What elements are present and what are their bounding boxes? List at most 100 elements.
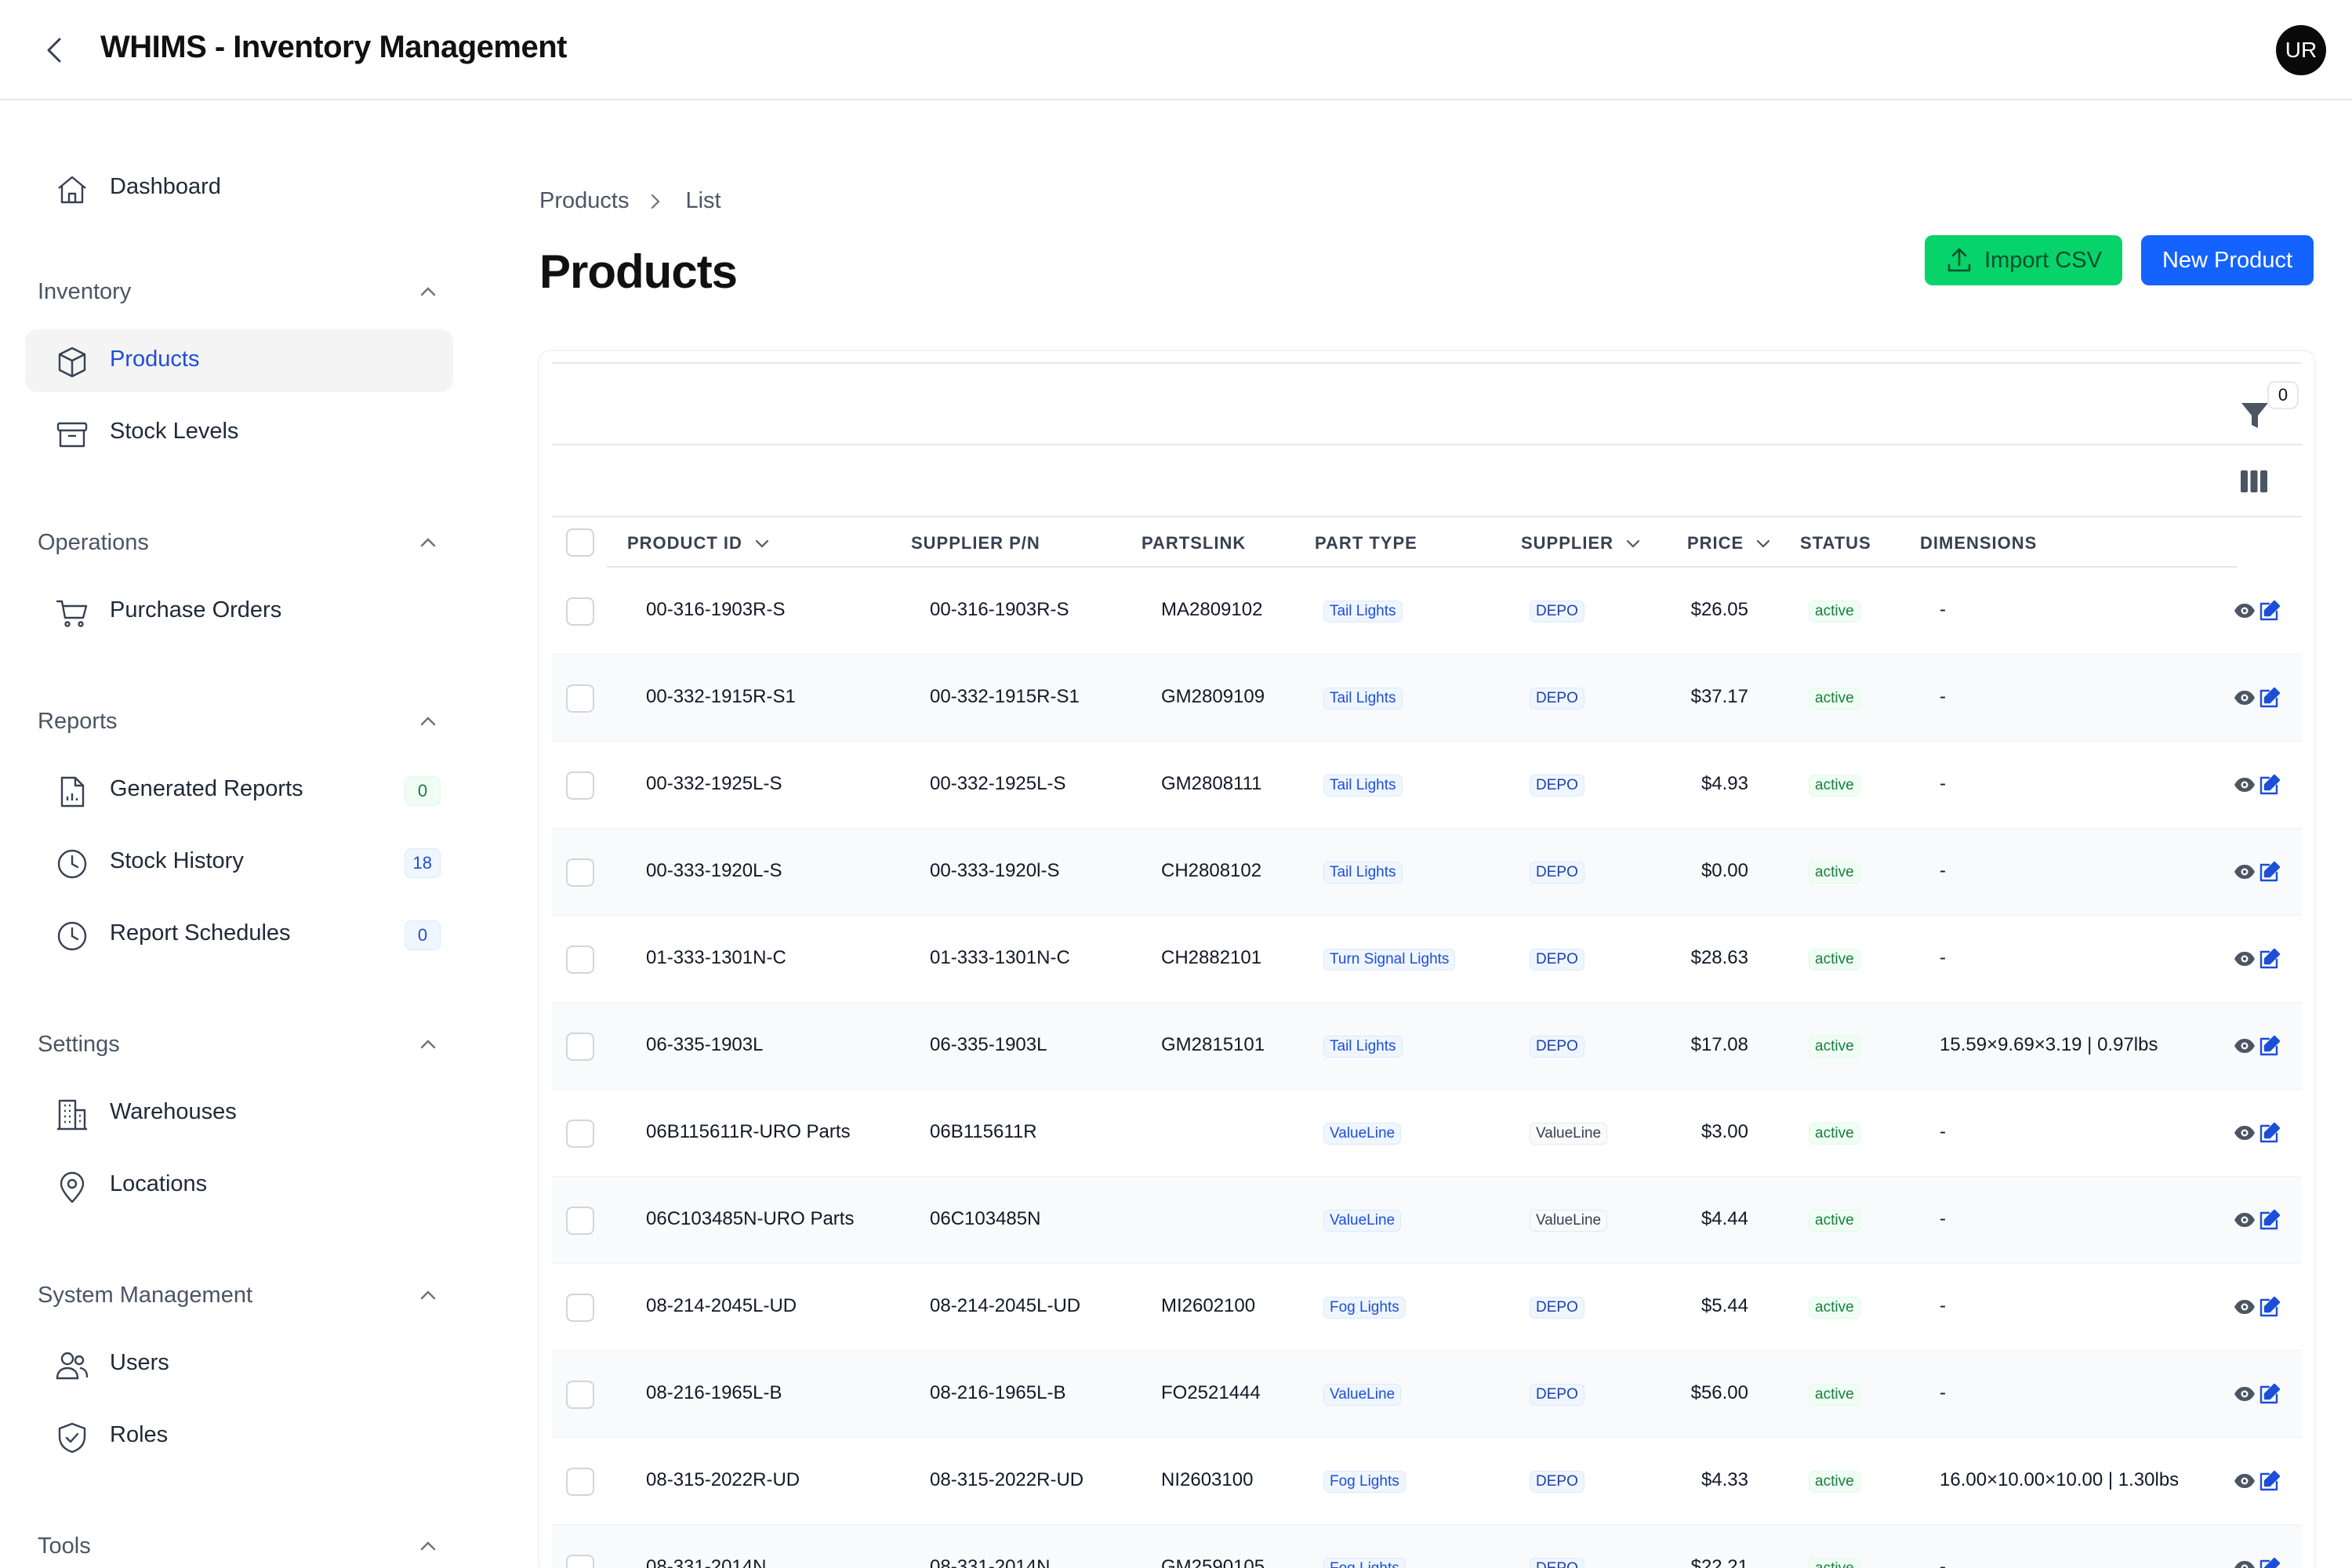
dimensions-cell: - (1940, 773, 1946, 794)
row-checkbox[interactable] (566, 1120, 594, 1148)
table-row[interactable]: 06B115611R-URO Parts 06B115611R ValueLine V… (552, 1090, 2302, 1177)
row-checkbox[interactable] (566, 1033, 594, 1061)
sidebar-item-warehouses[interactable]: Warehouses (25, 1082, 453, 1145)
select-all-checkbox[interactable] (566, 528, 594, 557)
row-checkbox[interactable] (566, 1294, 594, 1322)
product-id-cell[interactable]: 08-216-1965L-B (646, 1382, 782, 1404)
sidebar-item-generated-reports[interactable]: Generated Reports 0 (25, 759, 453, 822)
edit-button[interactable] (2258, 1469, 2281, 1493)
column-header-supplier[interactable]: SUPPLIER (1521, 533, 1642, 554)
sidebar-item-stock-history[interactable]: Stock History 18 (25, 831, 453, 894)
row-checkbox[interactable] (566, 946, 594, 974)
edit-button[interactable] (2258, 1295, 2281, 1319)
product-id-cell[interactable]: 06C103485N-URO Parts (646, 1208, 854, 1230)
product-id-cell[interactable]: 00-333-1920L-S (646, 860, 782, 882)
table-row[interactable]: 01-333-1301N-C 01-333-1301N-C CH2882101 Tur… (552, 916, 2302, 1003)
product-id-cell[interactable]: 08-214-2045L-UD (646, 1295, 797, 1317)
columns-toggle-button[interactable] (2239, 469, 2270, 494)
import-csv-button[interactable]: Import CSV (1925, 235, 2122, 285)
product-id-cell[interactable]: 06-335-1903L (646, 1034, 763, 1056)
view-button[interactable] (2233, 1208, 2256, 1232)
group-header-reports[interactable]: Reports (38, 702, 439, 740)
row-checkbox[interactable] (566, 771, 594, 800)
group-header-system-management[interactable]: System Management (38, 1276, 439, 1314)
table-row[interactable]: 06-335-1903L 06-335-1903L GM2815101 Tail Li… (552, 1003, 2302, 1090)
edit-button[interactable] (2258, 599, 2281, 622)
column-label: STATUS (1800, 533, 1871, 553)
row-checkbox[interactable] (566, 597, 594, 626)
supplier-pn-cell: 06B115611R (930, 1121, 1037, 1142)
edit-button[interactable] (2258, 773, 2281, 797)
row-checkbox[interactable] (566, 684, 594, 713)
row-checkbox[interactable] (566, 858, 594, 887)
table-row[interactable]: 06C103485N-URO Parts 06C103485N ValueLine V… (552, 1177, 2302, 1264)
edit-button[interactable] (2258, 1208, 2281, 1232)
edit-button[interactable] (2258, 860, 2281, 884)
sidebar-item-products[interactable]: Products (25, 329, 453, 392)
view-button[interactable] (2233, 1121, 2256, 1145)
sidebar-item-users[interactable]: Users (25, 1333, 453, 1396)
column-header-dimensions[interactable]: DIMENSIONS (1920, 533, 2037, 554)
sidebar-item-stock-levels[interactable]: Stock Levels (25, 401, 453, 464)
table-row[interactable]: 00-333-1920L-S 00-333-1920l-S CH2808102 Tai… (552, 829, 2302, 916)
product-id-cell[interactable]: 01-333-1301N-C (646, 947, 786, 969)
sidebar-item-roles[interactable]: Roles (25, 1405, 453, 1468)
product-id-cell[interactable]: 08-331-2014N (646, 1556, 766, 1568)
table-row[interactable]: 08-331-2014N 08-331-2014N GM2590105 Fog Lig… (552, 1525, 2302, 1568)
group-header-operations[interactable]: Operations (38, 524, 439, 561)
sidebar-item-locations[interactable]: Locations (25, 1154, 453, 1217)
column-header-supplier-pn[interactable]: SUPPLIER P/N (911, 533, 1040, 554)
status-badge: active (1809, 1123, 1860, 1145)
row-checkbox[interactable] (566, 1381, 594, 1409)
edit-button[interactable] (2258, 947, 2281, 971)
view-button[interactable] (2233, 1382, 2256, 1406)
view-button[interactable] (2233, 1469, 2256, 1493)
sidebar-item-dashboard[interactable]: Dashboard (25, 157, 453, 220)
table-row[interactable]: 08-315-2022R-UD 08-315-2022R-UD NI2603100 F… (552, 1438, 2302, 1525)
product-id-cell[interactable]: 06B115611R-URO Parts (646, 1121, 851, 1143)
view-button[interactable] (2233, 1034, 2256, 1058)
table-row[interactable]: 08-216-1965L-B 08-216-1965L-B FO2521444 Val… (552, 1351, 2302, 1438)
group-header-inventory[interactable]: Inventory (38, 273, 439, 310)
sidebar-item-purchase-orders[interactable]: Purchase Orders (25, 580, 453, 643)
table-row[interactable]: 00-316-1903R-S 00-316-1903R-S MA2809102 Tai… (552, 568, 2302, 655)
avatar[interactable]: UR (2276, 25, 2326, 75)
edit-button[interactable] (2258, 1034, 2281, 1058)
edit-button[interactable] (2258, 686, 2281, 710)
view-button[interactable] (2233, 860, 2256, 884)
view-button[interactable] (2233, 686, 2256, 710)
eye-icon (2234, 1561, 2255, 1568)
view-button[interactable] (2233, 1295, 2256, 1319)
edit-button[interactable] (2258, 1382, 2281, 1406)
row-checkbox[interactable] (566, 1468, 594, 1496)
row-checkbox[interactable] (566, 1555, 594, 1568)
part-type-badge: Tail Lights (1323, 688, 1403, 710)
column-label: PRICE (1687, 533, 1744, 553)
group-header-tools[interactable]: Tools (38, 1527, 439, 1565)
product-id-cell[interactable]: 08-315-2022R-UD (646, 1469, 800, 1491)
sidebar-item-report-schedules[interactable]: Report Schedules 0 (25, 903, 453, 966)
column-header-part-type[interactable]: PART TYPE (1315, 533, 1417, 554)
product-id-cell[interactable]: 00-316-1903R-S (646, 599, 785, 621)
column-header-status[interactable]: STATUS (1800, 533, 1871, 554)
view-button[interactable] (2233, 599, 2256, 622)
breadcrumb-products-link[interactable]: Products (539, 188, 629, 214)
view-button[interactable] (2233, 1556, 2256, 1568)
column-header-product-id[interactable]: PRODUCT ID (627, 533, 771, 554)
product-id-cell[interactable]: 00-332-1915R-S1 (646, 686, 796, 708)
table-row[interactable]: 00-332-1915R-S1 00-332-1915R-S1 GM2809109 T… (552, 655, 2302, 742)
group-header-settings[interactable]: Settings (38, 1025, 439, 1063)
new-product-button[interactable]: New Product (2141, 235, 2314, 285)
table-row[interactable]: 08-214-2045L-UD 08-214-2045L-UD MI2602100 F… (552, 1264, 2302, 1351)
product-id-cell[interactable]: 00-332-1925L-S (646, 773, 782, 795)
back-button[interactable] (38, 31, 69, 69)
edit-button[interactable] (2258, 1121, 2281, 1145)
table-row[interactable]: 00-332-1925L-S 00-332-1925L-S GM2808111 Tai… (552, 742, 2302, 829)
column-header-partslink[interactable]: PARTSLINK (1142, 533, 1246, 554)
view-button[interactable] (2233, 773, 2256, 797)
view-button[interactable] (2233, 947, 2256, 971)
edit-button[interactable] (2258, 1556, 2281, 1568)
column-header-price[interactable]: PRICE (1687, 533, 1772, 554)
part-type-badge: Fog Lights (1323, 1558, 1406, 1568)
row-checkbox[interactable] (566, 1207, 594, 1235)
